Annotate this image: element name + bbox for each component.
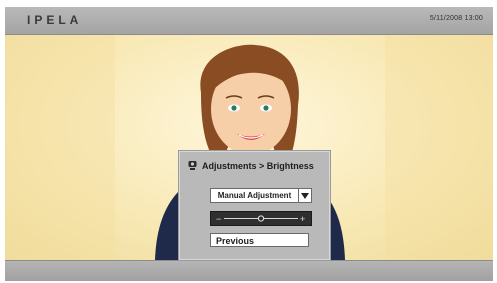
menu-title: Adjustments > Brightness <box>187 160 314 171</box>
slider-graphic: − + <box>216 214 305 224</box>
brightness-slider[interactable]: − + <box>210 211 312 226</box>
adjustment-mode-select[interactable]: Manual Adjustment <box>210 188 312 203</box>
previous-button[interactable]: Previous <box>210 233 309 247</box>
slider-thumb[interactable] <box>257 215 265 222</box>
menu-title-text: Adjustments > Brightness <box>202 160 314 171</box>
bottom-bar <box>5 260 493 281</box>
brightness-menu: Adjustments > Brightness Manual Adjustme… <box>178 150 331 261</box>
top-bar: IPELA 5/11/2008 13:00 <box>5 7 493 35</box>
camera-icon <box>188 161 197 170</box>
ipela-logo: IPELA <box>27 13 83 27</box>
adjustment-mode-value: Manual Adjustment <box>217 191 292 200</box>
video-screen: IPELA 5/11/2008 13:00 Adjustments > Brig… <box>5 7 493 281</box>
chevron-down-icon[interactable] <box>298 189 311 202</box>
date-time: 5/11/2008 13:00 <box>429 15 483 22</box>
slider-min-label: − <box>216 214 221 224</box>
slider-max-label: + <box>300 214 305 224</box>
